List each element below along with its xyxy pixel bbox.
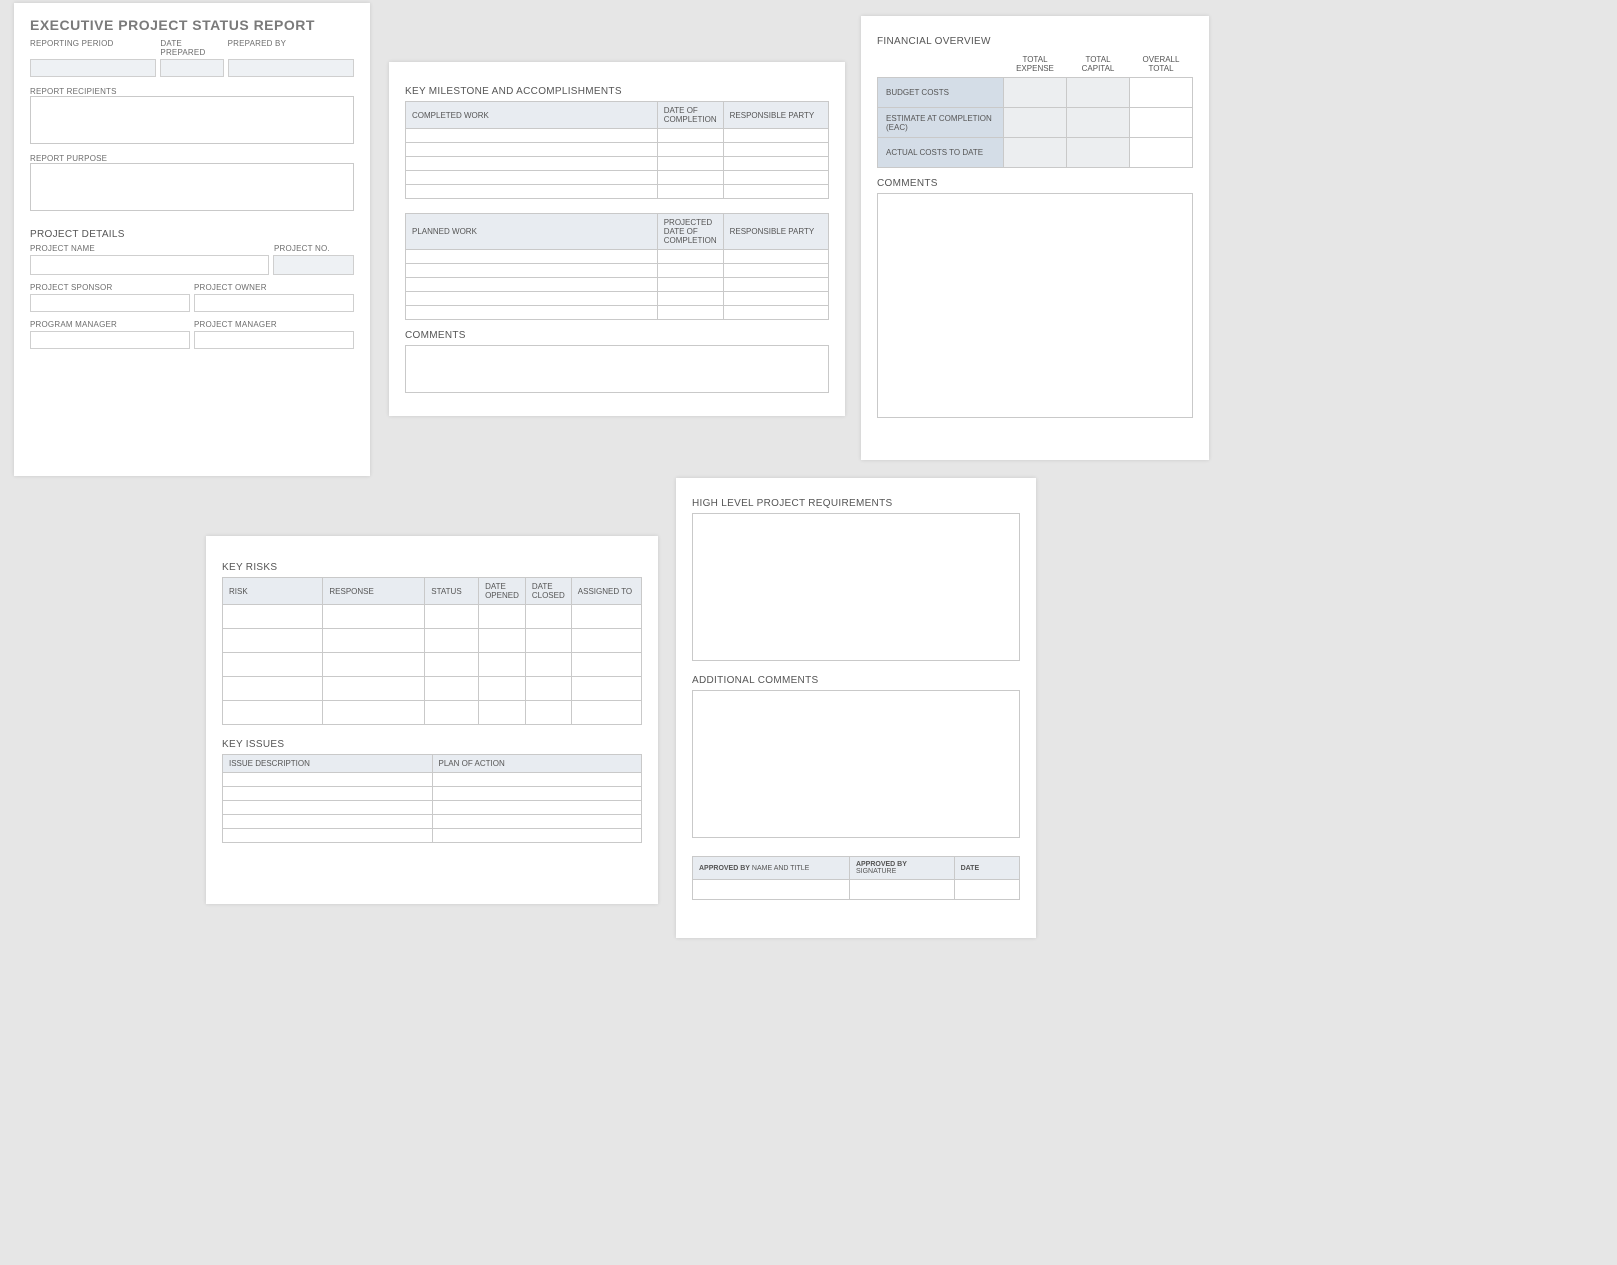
field-requirements[interactable] — [692, 513, 1020, 661]
section-milestone: KEY MILESTONE AND ACCOMPLISHMENTS — [405, 86, 829, 97]
field-prepared-by[interactable] — [228, 59, 354, 77]
table-row[interactable] — [223, 605, 642, 629]
table-row[interactable] — [223, 701, 642, 725]
field-date-prepared[interactable] — [160, 59, 224, 77]
label-report-purpose: REPORT PURPOSE — [30, 154, 354, 163]
label-comments-fin: COMMENTS — [877, 178, 1193, 189]
label-program-manager: PROGRAM MANAGER — [30, 320, 190, 329]
table-issues: ISSUE DESCRIPTION PLAN OF ACTION — [222, 754, 642, 843]
th-total-capital: TOTAL CAPITAL — [1067, 51, 1130, 78]
th-issue-desc: ISSUE DESCRIPTION — [223, 755, 433, 773]
label-date-prepared: DATE PREPARED — [160, 39, 223, 57]
field-project-owner[interactable] — [194, 294, 354, 312]
label-reporting-period: REPORTING PERIOD — [30, 39, 156, 48]
section-financial: FINANCIAL OVERVIEW — [877, 36, 1193, 47]
report-title: EXECUTIVE PROJECT STATUS REPORT — [30, 17, 354, 33]
label-comments: COMMENTS — [405, 330, 829, 341]
label-project-owner: PROJECT OWNER — [194, 283, 354, 292]
th-status: STATUS — [425, 578, 479, 605]
table-row[interactable] — [223, 629, 642, 653]
th-response: RESPONSE — [323, 578, 425, 605]
label-project-manager: PROJECT MANAGER — [194, 320, 354, 329]
section-key-risks: KEY RISKS — [222, 562, 642, 573]
table-row[interactable] — [406, 292, 829, 306]
table-row[interactable] — [406, 185, 829, 199]
page-1: EXECUTIVE PROJECT STATUS REPORT REPORTIN… — [14, 3, 370, 476]
table-approval: APPROVED BY NAME AND TITLE APPROVED BY S… — [692, 856, 1020, 900]
cell-actual: ACTUAL COSTS TO DATE — [878, 138, 1004, 168]
page-4: KEY RISKS RISK RESPONSE STATUS DATE OPEN… — [206, 536, 658, 904]
section-additional-comments: ADDITIONAL COMMENTS — [692, 675, 1020, 686]
field-additional-comments[interactable] — [692, 690, 1020, 838]
page-5: HIGH LEVEL PROJECT REQUIREMENTS ADDITION… — [676, 478, 1036, 938]
table-row[interactable] — [223, 815, 642, 829]
field-comments-financial[interactable] — [877, 193, 1193, 418]
th-date-opened: DATE OPENED — [479, 578, 526, 605]
label-project-name: PROJECT NAME — [30, 244, 270, 253]
field-reporting-period[interactable] — [30, 59, 156, 77]
table-completed-work: COMPLETED WORK DATE OF COMPLETION RESPON… — [405, 101, 829, 199]
th-plan: PLAN OF ACTION — [432, 755, 642, 773]
table-row[interactable] — [223, 801, 642, 815]
th-completed-work: COMPLETED WORK — [406, 102, 658, 129]
table-row[interactable] — [223, 773, 642, 787]
field-report-recipients[interactable] — [30, 96, 354, 144]
th-date: DATE — [954, 857, 1019, 880]
cell-budget-costs: BUDGET COSTS — [878, 78, 1004, 108]
field-project-manager[interactable] — [194, 331, 354, 349]
table-risks: RISK RESPONSE STATUS DATE OPENED DATE CL… — [222, 577, 642, 725]
th-overall-total: OVERALL TOTAL — [1130, 51, 1193, 78]
table-financial: TOTAL EXPENSE TOTAL CAPITAL OVERALL TOTA… — [877, 51, 1193, 168]
table-planned-work: PLANNED WORK PROJECTED DATE OF COMPLETIO… — [405, 213, 829, 320]
section-requirements: HIGH LEVEL PROJECT REQUIREMENTS — [692, 498, 1020, 509]
cell-eac: ESTIMATE AT COMPLETION (EAC) — [878, 108, 1004, 138]
field-program-manager[interactable] — [30, 331, 190, 349]
table-row[interactable]: BUDGET COSTS — [878, 78, 1193, 108]
th-planned-work: PLANNED WORK — [406, 214, 658, 250]
page-3: FINANCIAL OVERVIEW TOTAL EXPENSE TOTAL C… — [861, 16, 1209, 460]
field-project-no[interactable] — [273, 255, 354, 275]
label-report-recipients: REPORT RECIPIENTS — [30, 87, 354, 96]
table-row[interactable]: ESTIMATE AT COMPLETION (EAC) — [878, 108, 1193, 138]
th-total-expense: TOTAL EXPENSE — [1004, 51, 1067, 78]
th-projected-date: PROJECTED DATE OF COMPLETION — [657, 214, 723, 250]
table-row[interactable] — [223, 677, 642, 701]
th-approved-by-name: APPROVED BY NAME AND TITLE — [693, 857, 850, 880]
section-key-issues: KEY ISSUES — [222, 739, 642, 750]
table-row[interactable] — [693, 880, 1020, 900]
table-row[interactable] — [223, 829, 642, 843]
field-comments-milestone[interactable] — [405, 345, 829, 393]
table-row[interactable] — [406, 171, 829, 185]
field-project-name[interactable] — [30, 255, 269, 275]
table-row[interactable] — [406, 143, 829, 157]
label-project-sponsor: PROJECT SPONSOR — [30, 283, 190, 292]
th-date-completion: DATE OF COMPLETION — [657, 102, 723, 129]
table-row[interactable]: ACTUAL COSTS TO DATE — [878, 138, 1193, 168]
table-row[interactable] — [406, 278, 829, 292]
page-2: KEY MILESTONE AND ACCOMPLISHMENTS COMPLE… — [389, 62, 845, 416]
section-project-details: PROJECT DETAILS — [30, 229, 354, 240]
field-report-purpose[interactable] — [30, 163, 354, 211]
table-row[interactable] — [406, 250, 829, 264]
label-prepared-by: PREPARED BY — [228, 39, 354, 48]
th-responsible-party2: RESPONSIBLE PARTY — [723, 214, 828, 250]
field-project-sponsor[interactable] — [30, 294, 190, 312]
th-approved-by-sig: APPROVED BY SIGNATURE — [849, 857, 954, 880]
table-row[interactable] — [406, 157, 829, 171]
label-project-no: PROJECT NO. — [274, 244, 354, 253]
table-row[interactable] — [406, 264, 829, 278]
th-responsible-party: RESPONSIBLE PARTY — [723, 102, 828, 129]
table-row[interactable] — [223, 653, 642, 677]
table-row[interactable] — [406, 129, 829, 143]
th-date-closed: DATE CLOSED — [525, 578, 571, 605]
table-row[interactable] — [223, 787, 642, 801]
th-assigned-to: ASSIGNED TO — [571, 578, 641, 605]
table-row[interactable] — [406, 306, 829, 320]
th-risk: RISK — [223, 578, 323, 605]
